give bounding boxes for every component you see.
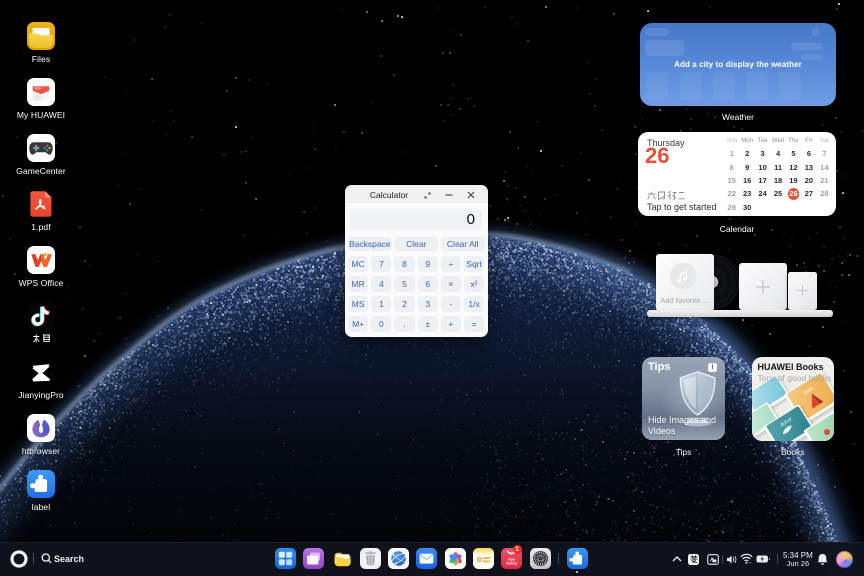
svg-text:Gallery: Gallery	[506, 562, 518, 566]
